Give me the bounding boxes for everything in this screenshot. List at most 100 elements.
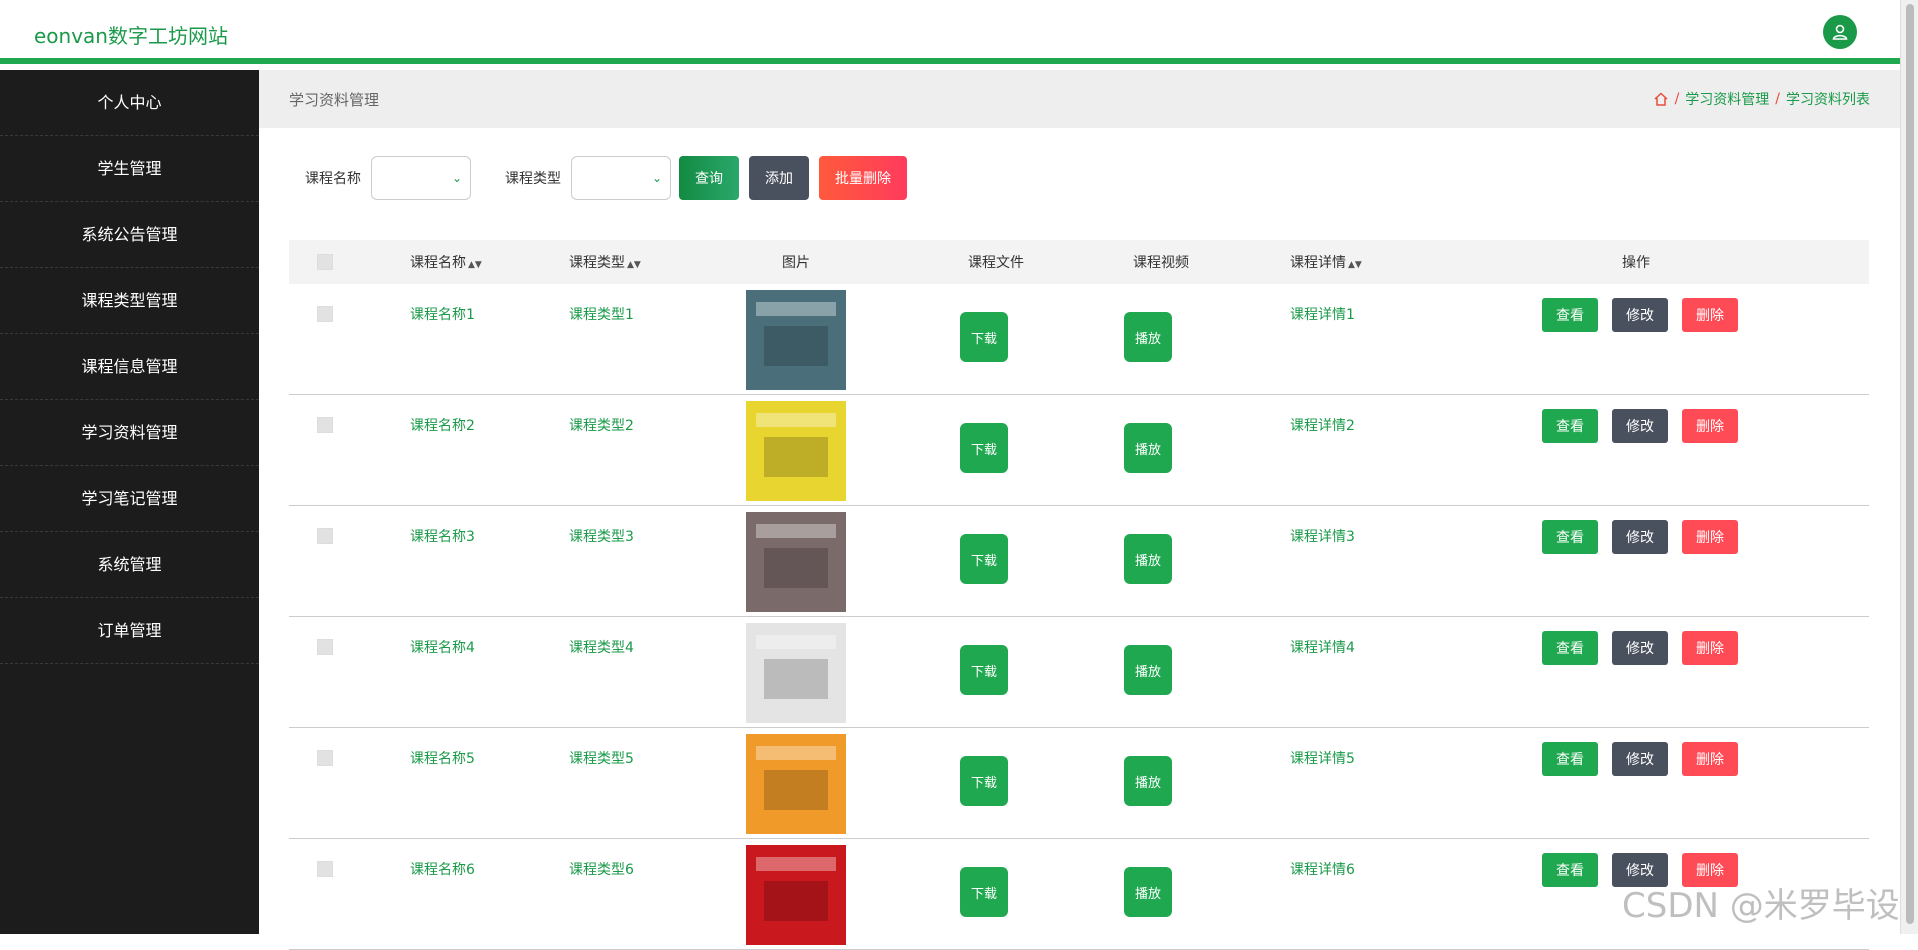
download-button[interactable]: 下载	[960, 645, 1008, 695]
play-button[interactable]: 播放	[1124, 534, 1172, 584]
column-header-course-video: 课程视频	[1133, 255, 1189, 271]
add-button[interactable]: 添加	[749, 156, 809, 200]
course-name-link[interactable]: 课程名称1	[410, 304, 475, 324]
home-icon[interactable]	[1653, 91, 1669, 107]
play-button[interactable]: 播放	[1124, 756, 1172, 806]
delete-button[interactable]: 删除	[1682, 742, 1738, 776]
course-detail-link[interactable]: 课程详情4	[1290, 637, 1355, 657]
sort-icon: ▲▼	[1348, 260, 1362, 270]
site-brand[interactable]: eonvan数字工坊网站	[34, 20, 228, 49]
sidebar-item-profile[interactable]: 个人中心	[0, 70, 259, 136]
row-checkbox[interactable]	[317, 306, 333, 322]
download-button[interactable]: 下载	[960, 867, 1008, 917]
download-button[interactable]: 下载	[960, 756, 1008, 806]
view-button[interactable]: 查看	[1542, 853, 1598, 887]
chevron-down-icon: ⌄	[651, 171, 662, 185]
sidebar-item-orders[interactable]: 订单管理	[0, 598, 259, 664]
edit-button[interactable]: 修改	[1612, 742, 1668, 776]
course-detail-link[interactable]: 课程详情5	[1290, 748, 1355, 768]
edit-button[interactable]: 修改	[1612, 520, 1668, 554]
top-header: eonvan数字工坊网站	[0, 0, 1900, 64]
course-type-link[interactable]: 课程类型1	[569, 304, 634, 324]
breadcrumb: / 学习资料管理 / 学习资料列表	[1653, 89, 1870, 109]
table-row: 课程名称3 课程类型3 下载 播放 课程详情3 查看 修改 删除	[289, 506, 1869, 617]
column-header-course-file: 课程文件	[968, 255, 1024, 271]
course-type-link[interactable]: 课程类型6	[569, 859, 634, 879]
course-type-link[interactable]: 课程类型4	[569, 637, 634, 657]
course-thumbnail[interactable]	[746, 623, 846, 723]
sidebar-item-course-info[interactable]: 课程信息管理	[0, 334, 259, 400]
view-button[interactable]: 查看	[1542, 742, 1598, 776]
page-title: 学习资料管理	[289, 91, 380, 109]
view-button[interactable]: 查看	[1542, 298, 1598, 332]
breadcrumb-item-materials[interactable]: 学习资料管理	[1685, 89, 1769, 109]
row-checkbox[interactable]	[317, 750, 333, 766]
sidebar-item-materials[interactable]: 学习资料管理	[0, 400, 259, 466]
table-row: 课程名称2 课程类型2 下载 播放 课程详情2 查看 修改 删除	[289, 395, 1869, 506]
sidebar-item-announcements[interactable]: 系统公告管理	[0, 202, 259, 268]
sidebar-item-students[interactable]: 学生管理	[0, 136, 259, 202]
sort-icon: ▲▼	[627, 260, 641, 270]
course-type-link[interactable]: 课程类型3	[569, 526, 634, 546]
course-type-select[interactable]: ⌄	[571, 156, 671, 200]
edit-button[interactable]: 修改	[1612, 298, 1668, 332]
play-button[interactable]: 播放	[1124, 423, 1172, 473]
user-icon	[1832, 24, 1848, 40]
edit-button[interactable]: 修改	[1612, 631, 1668, 665]
download-button[interactable]: 下载	[960, 534, 1008, 584]
download-button[interactable]: 下载	[960, 423, 1008, 473]
course-type-label: 课程类型	[505, 171, 561, 187]
view-button[interactable]: 查看	[1542, 409, 1598, 443]
page-scrollbar[interactable]	[1900, 0, 1918, 934]
column-header-course-detail[interactable]: 课程详情 ▲▼	[1290, 252, 1362, 272]
scrollbar-thumb[interactable]	[1906, 4, 1914, 924]
column-header-actions: 操作	[1622, 255, 1650, 271]
book-cover-image	[746, 401, 846, 501]
course-detail-link[interactable]: 课程详情2	[1290, 415, 1355, 435]
view-button[interactable]: 查看	[1542, 520, 1598, 554]
sidebar-item-course-types[interactable]: 课程类型管理	[0, 268, 259, 334]
table-body: 课程名称1 课程类型1 下载 播放 课程详情1 查看 修改 删除 课程名称2 课…	[289, 284, 1869, 950]
course-name-select[interactable]: ⌄	[371, 156, 471, 200]
course-name-link[interactable]: 课程名称6	[410, 859, 475, 879]
course-detail-link[interactable]: 课程详情6	[1290, 859, 1355, 879]
row-checkbox[interactable]	[317, 861, 333, 877]
download-button[interactable]: 下载	[960, 312, 1008, 362]
course-name-link[interactable]: 课程名称3	[410, 526, 475, 546]
course-detail-link[interactable]: 课程详情1	[1290, 304, 1355, 324]
table-row: 课程名称5 课程类型5 下载 播放 课程详情5 查看 修改 删除	[289, 728, 1869, 839]
edit-button[interactable]: 修改	[1612, 409, 1668, 443]
course-thumbnail[interactable]	[746, 734, 846, 834]
course-type-link[interactable]: 课程类型2	[569, 415, 634, 435]
sidebar-item-notes[interactable]: 学习笔记管理	[0, 466, 259, 532]
play-button[interactable]: 播放	[1124, 867, 1172, 917]
course-name-link[interactable]: 课程名称4	[410, 637, 475, 657]
breadcrumb-item-list[interactable]: 学习资料列表	[1786, 89, 1870, 109]
course-name-link[interactable]: 课程名称2	[410, 415, 475, 435]
row-checkbox[interactable]	[317, 417, 333, 433]
course-thumbnail[interactable]	[746, 512, 846, 612]
course-thumbnail[interactable]	[746, 290, 846, 390]
course-name-link[interactable]: 课程名称5	[410, 748, 475, 768]
column-header-course-type[interactable]: 课程类型 ▲▼	[569, 252, 641, 272]
course-thumbnail[interactable]	[746, 401, 846, 501]
play-button[interactable]: 播放	[1124, 645, 1172, 695]
course-thumbnail[interactable]	[746, 845, 846, 945]
row-checkbox[interactable]	[317, 528, 333, 544]
sidebar-item-system[interactable]: 系统管理	[0, 532, 259, 598]
course-type-link[interactable]: 课程类型5	[569, 748, 634, 768]
course-detail-link[interactable]: 课程详情3	[1290, 526, 1355, 546]
book-cover-image	[746, 290, 846, 390]
delete-button[interactable]: 删除	[1682, 631, 1738, 665]
select-all-checkbox[interactable]	[317, 254, 333, 270]
bulk-delete-button[interactable]: 批量删除	[819, 156, 907, 200]
user-avatar-button[interactable]	[1823, 15, 1857, 49]
delete-button[interactable]: 删除	[1682, 298, 1738, 332]
view-button[interactable]: 查看	[1542, 631, 1598, 665]
query-button[interactable]: 查询	[679, 156, 739, 200]
column-header-course-name[interactable]: 课程名称 ▲▼	[410, 252, 482, 272]
play-button[interactable]: 播放	[1124, 312, 1172, 362]
row-checkbox[interactable]	[317, 639, 333, 655]
delete-button[interactable]: 删除	[1682, 520, 1738, 554]
delete-button[interactable]: 删除	[1682, 409, 1738, 443]
